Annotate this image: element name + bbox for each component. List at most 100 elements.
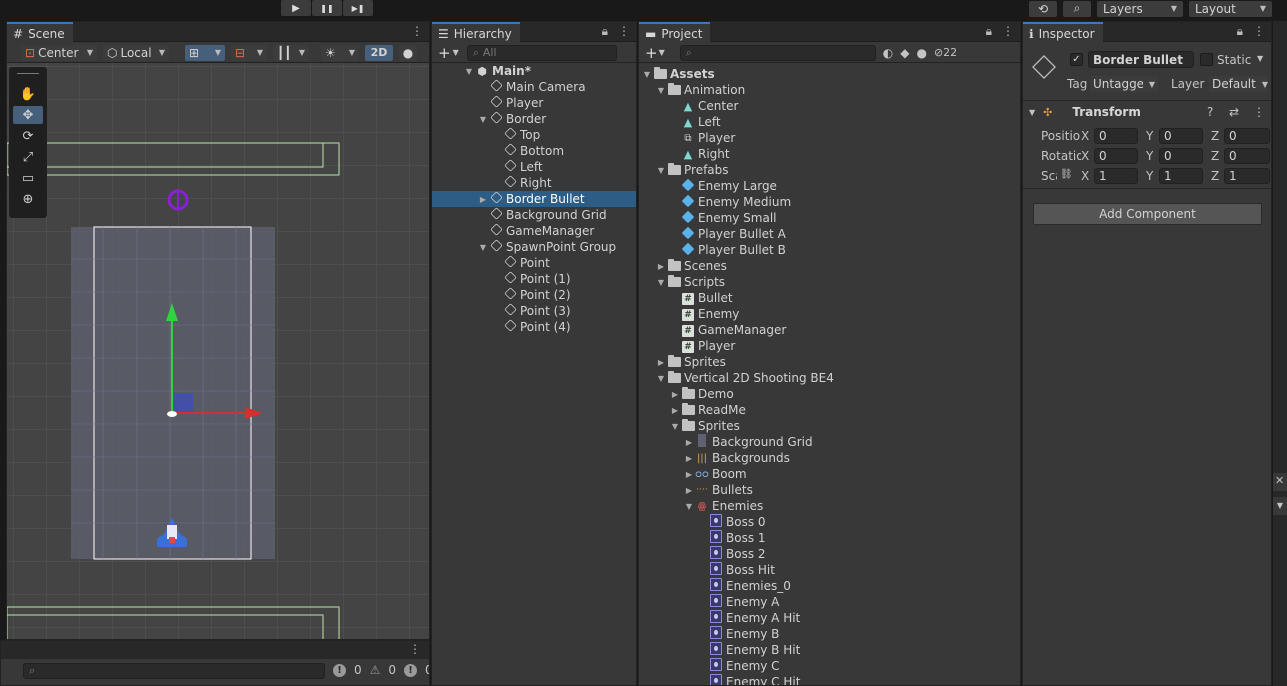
project-item[interactable]: Boss 0 <box>639 514 1020 530</box>
project-item[interactable]: # Player <box>639 338 1020 354</box>
play-button[interactable]: ▶ <box>281 0 311 16</box>
expand-arrow-icon[interactable]: ▶ <box>669 406 681 415</box>
project-item[interactable]: Enemy A <box>639 594 1020 610</box>
layout-dropdown[interactable]: Layout <box>1189 0 1272 17</box>
lock-icon[interactable]: 🔒︎ <box>1237 24 1243 39</box>
lock-icon[interactable]: 🔒︎ <box>986 24 992 39</box>
more-menu-icon[interactable]: ⋮ <box>1253 24 1265 39</box>
project-item[interactable]: ▲ Center <box>639 98 1020 114</box>
project-item[interactable]: # Bullet <box>639 290 1020 306</box>
hierarchy-search-input[interactable]: ⌕ All <box>466 44 617 61</box>
project-item[interactable]: ▶ Scenes <box>639 258 1020 274</box>
hierarchy-item[interactable]: ▶ Border Bullet <box>432 191 636 207</box>
project-item[interactable]: Enemy B Hit <box>639 642 1020 658</box>
palette-drag-handle[interactable] <box>17 73 39 81</box>
tab-scene[interactable]: # Scene <box>7 22 73 43</box>
hierarchy-item[interactable]: Point <box>432 255 636 271</box>
expand-arrow-icon[interactable]: ▼ <box>655 166 667 175</box>
scene-viewport[interactable]: ✋ ✥ ⟳ ⤢ ▭ ⊕ <box>7 63 429 639</box>
tab-project[interactable]: ▬ Project <box>639 22 711 43</box>
position-z-field[interactable]: 0 <box>1224 128 1270 144</box>
tab-hierarchy[interactable]: ☰ Hierarchy <box>432 22 520 43</box>
expand-arrow-icon[interactable]: ▶ <box>683 470 695 479</box>
hierarchy-item[interactable]: Player <box>432 95 636 111</box>
expand-arrow-icon[interactable]: ▼ <box>477 115 489 124</box>
project-item[interactable]: ▶ ||| Backgrounds <box>639 450 1020 466</box>
tag-dropdown[interactable]: Untagged <box>1090 76 1158 92</box>
expand-arrow-icon[interactable]: ▼ <box>477 243 489 252</box>
project-item[interactable]: ▲ Left <box>639 114 1020 130</box>
static-checkbox[interactable] <box>1200 53 1213 66</box>
project-item[interactable]: ▼ Animation <box>639 82 1020 98</box>
more-menu-icon[interactable]: ⋮ <box>1002 24 1014 39</box>
project-item[interactable]: Enemy Small <box>639 210 1020 226</box>
hierarchy-item[interactable]: ▼ ⬢ Main* <box>432 63 636 79</box>
project-item[interactable]: Enemy Large <box>639 178 1020 194</box>
project-item[interactable]: Boss Hit <box>639 562 1020 578</box>
create-plus-icon[interactable]: + <box>438 44 451 62</box>
project-search-input[interactable]: ⌕ <box>679 44 876 61</box>
hierarchy-item[interactable]: Point (4) <box>432 319 636 335</box>
expand-arrow-icon[interactable]: ▶ <box>683 454 695 463</box>
hierarchy-item[interactable]: Point (2) <box>432 287 636 303</box>
project-item[interactable]: ⧉ Player <box>639 130 1020 146</box>
move-tool-icon[interactable]: ✥ <box>13 106 43 124</box>
project-item[interactable]: Enemy A Hit <box>639 610 1020 626</box>
project-item[interactable]: ▶ ReadMe <box>639 402 1020 418</box>
move-gizmo-plane-handle[interactable] <box>174 393 193 412</box>
close-icon[interactable]: ✕ <box>1275 474 1284 487</box>
ruler-dropdown[interactable]: ┃┃ <box>273 44 309 61</box>
project-item[interactable]: Player Bullet A <box>639 226 1020 242</box>
expand-arrow-icon[interactable]: ▼ <box>641 70 653 79</box>
static-dropdown-icon[interactable]: ▼ <box>1257 54 1263 63</box>
hierarchy-item[interactable]: Point (3) <box>432 303 636 319</box>
tab-inspector[interactable]: ℹ Inspector <box>1023 22 1103 43</box>
project-item[interactable]: Player Bullet B <box>639 242 1020 258</box>
expand-arrow-icon[interactable]: ▶ <box>655 262 667 271</box>
hierarchy-item[interactable]: GameManager <box>432 223 636 239</box>
rotation-y-field[interactable]: 0 <box>1159 148 1203 164</box>
expand-arrow-icon[interactable]: ▼ <box>669 422 681 431</box>
hierarchy-item[interactable]: Main Camera <box>432 79 636 95</box>
search-button[interactable]: ⌕ <box>1063 0 1091 17</box>
hierarchy-item[interactable]: Point (1) <box>432 271 636 287</box>
create-dropdown-icon[interactable]: ▼ <box>659 48 665 57</box>
project-item[interactable]: Boss 2 <box>639 546 1020 562</box>
expand-arrow-icon[interactable]: ▼ <box>655 374 667 383</box>
pause-button[interactable]: ❚❚ <box>312 0 342 16</box>
project-item[interactable]: Enemy B <box>639 626 1020 642</box>
scale-z-field[interactable]: 1 <box>1224 168 1270 184</box>
create-plus-icon[interactable]: + <box>645 44 658 62</box>
pivot-dropdown[interactable]: ⊡ Center <box>21 44 97 61</box>
help-icon[interactable]: ? <box>1207 105 1213 119</box>
history-button[interactable]: ⟲ <box>1029 0 1057 17</box>
project-item[interactable]: ▶ ···· Bullets <box>639 482 1020 498</box>
hierarchy-item[interactable]: ▼ Border <box>432 111 636 127</box>
expand-arrow-icon[interactable]: ▶ <box>655 358 667 367</box>
space-dropdown[interactable]: ⬡ Local <box>103 44 169 61</box>
transform-tool-icon[interactable]: ⊕ <box>13 190 43 208</box>
hierarchy-item[interactable]: Background Grid <box>432 207 636 223</box>
project-item[interactable]: ▼ Vertical 2D Shooting BE4 <box>639 370 1020 386</box>
add-component-button[interactable]: Add Component <box>1033 203 1262 225</box>
expand-arrow-icon[interactable]: ▶ <box>683 486 695 495</box>
hierarchy-item[interactable]: ▼ SpawnPoint Group <box>432 239 636 255</box>
close-strip[interactable]: ✕ <box>1273 473 1287 491</box>
project-item[interactable]: ▼ Prefabs <box>639 162 1020 178</box>
project-item[interactable]: Enemy C <box>639 658 1020 674</box>
expand-arrow-icon[interactable]: ▼ <box>683 502 695 511</box>
project-item[interactable]: ▶ Demo <box>639 386 1020 402</box>
expand-arrow-icon[interactable]: ▶ <box>477 195 489 204</box>
project-item[interactable]: Enemies_0 <box>639 578 1020 594</box>
transform-header[interactable]: ▼ ✣ Transform ? ⇄ ⋮ <box>1023 102 1271 122</box>
hidden-packages-icon[interactable]: ⊘22 <box>934 46 957 59</box>
console-more-icon[interactable]: ⋮ <box>409 642 421 656</box>
project-item[interactable]: Enemy C Hit <box>639 674 1020 685</box>
object-name-field[interactable]: Border Bullet <box>1088 51 1194 68</box>
presets-icon[interactable]: ⇄ <box>1229 105 1239 119</box>
snap-increment-dropdown[interactable]: ⊟ <box>231 44 267 61</box>
project-item[interactable]: Boss 1 <box>639 530 1020 546</box>
link-scale-icon[interactable]: ⛓ <box>1060 169 1073 180</box>
rect-tool-icon[interactable]: ▭ <box>13 169 43 187</box>
error-icon[interactable]: ! <box>333 663 346 677</box>
